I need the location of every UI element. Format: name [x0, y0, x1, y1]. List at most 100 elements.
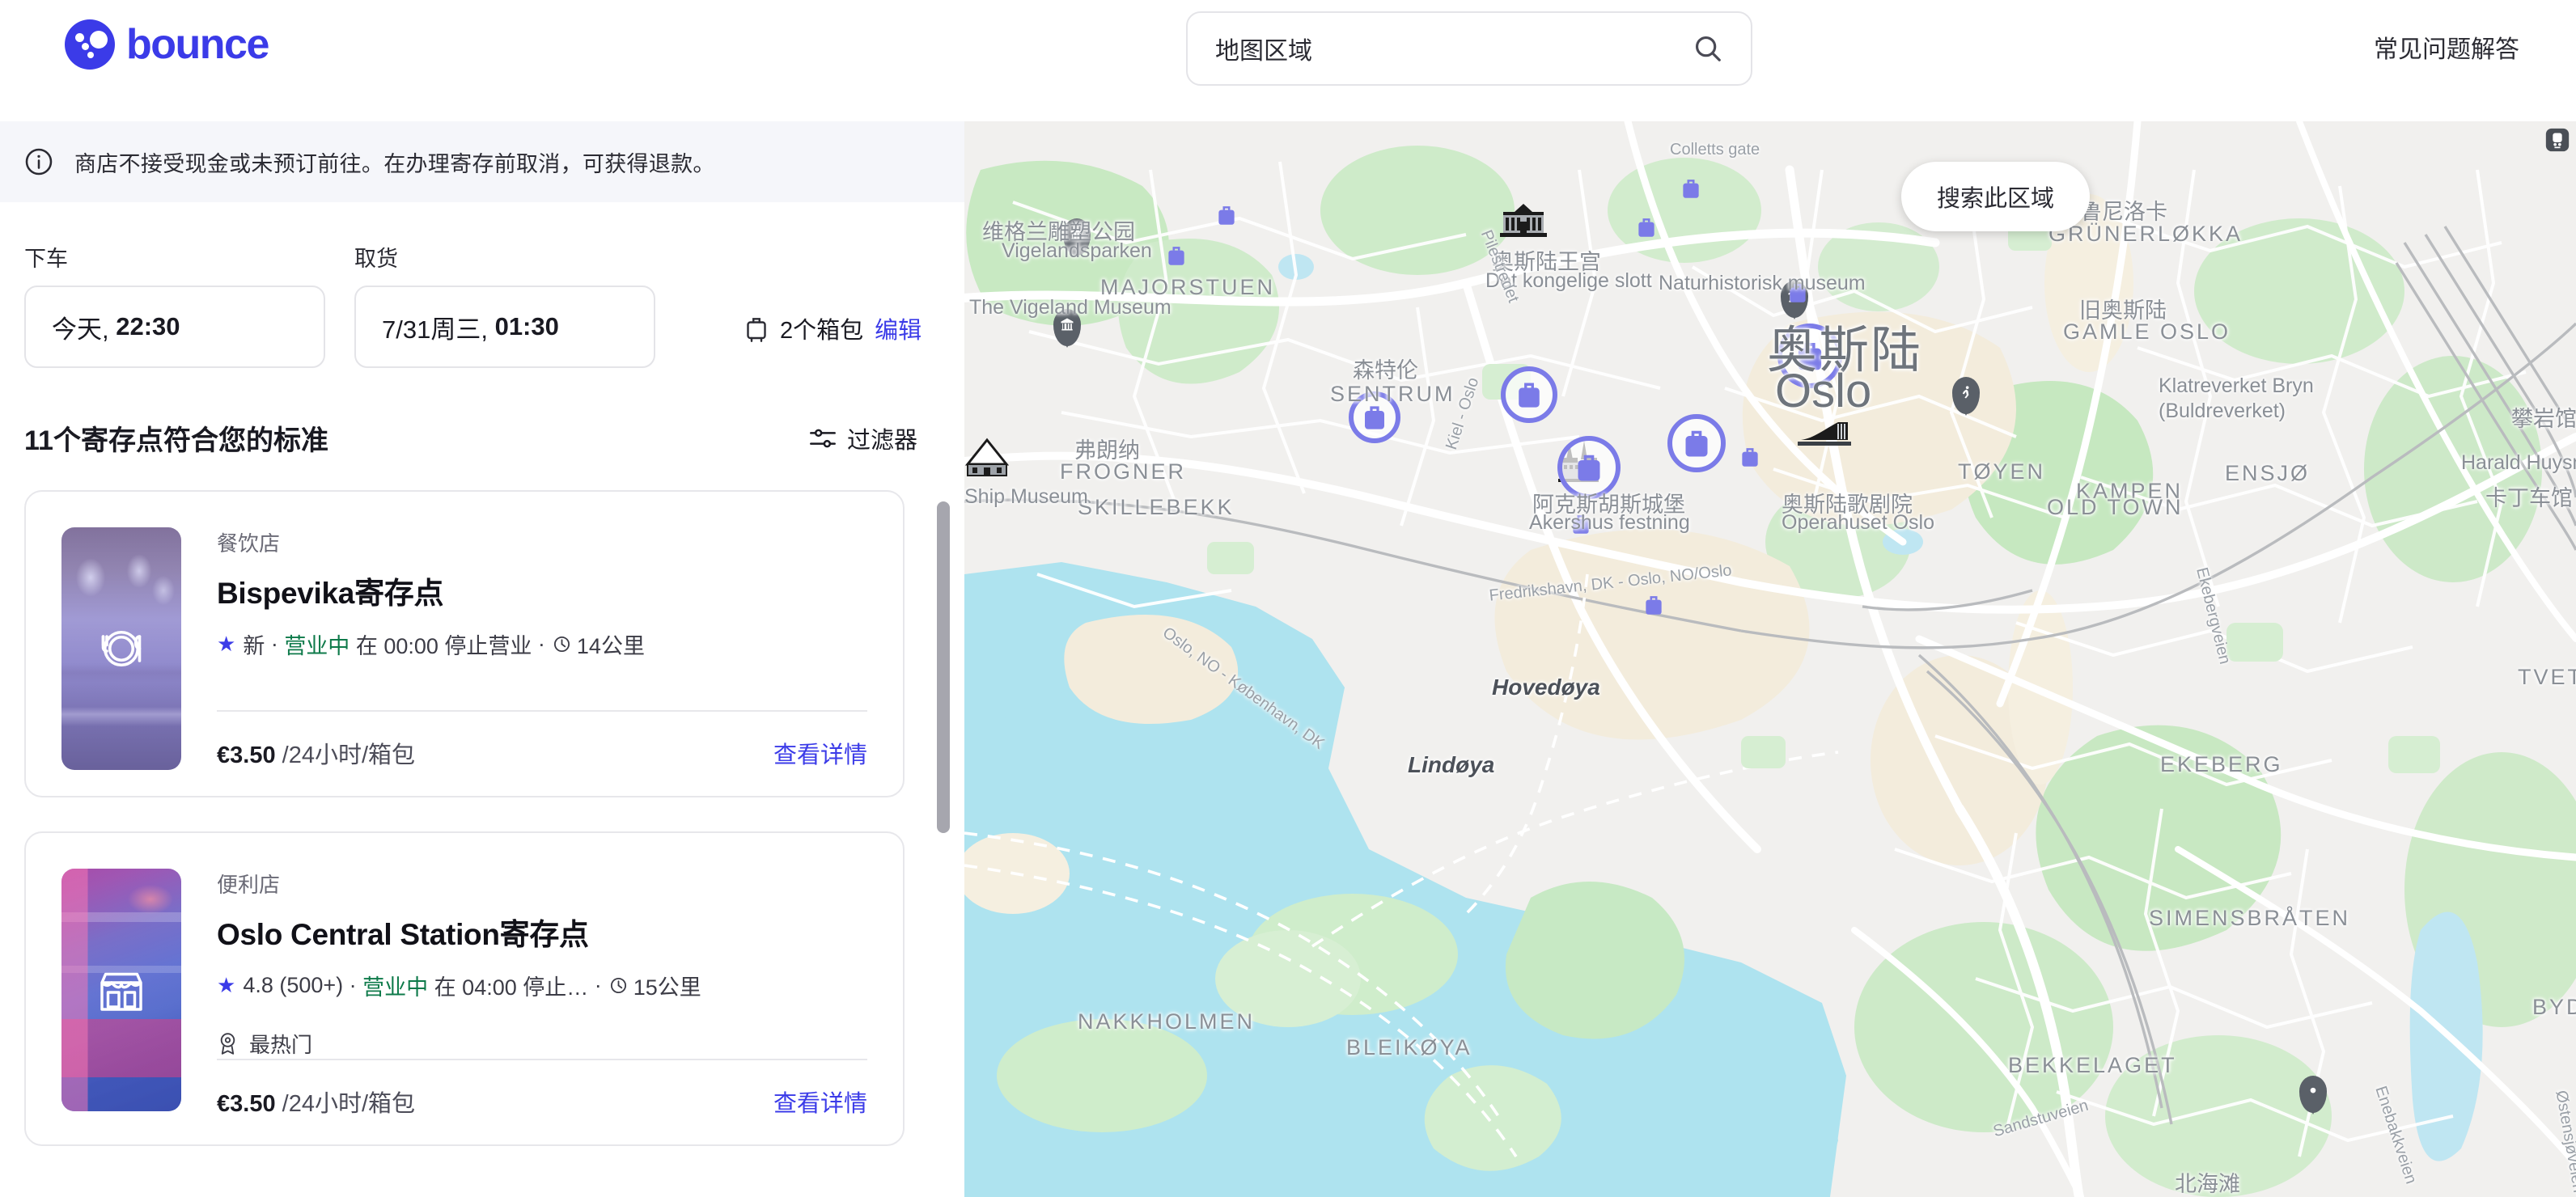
bounce-logo-icon	[65, 19, 115, 70]
pickup-label: 取货	[354, 247, 398, 271]
edit-bags-link[interactable]: 编辑	[875, 311, 922, 345]
star-icon: ★	[217, 632, 236, 656]
brand-logo[interactable]: bounce	[65, 19, 269, 70]
suitcase-marker-icon[interactable]	[1362, 402, 1388, 433]
suitcase-marker-icon[interactable]	[1166, 243, 1187, 268]
suitcase-marker-icon[interactable]	[1643, 593, 1664, 617]
train-station-icon[interactable]	[2544, 126, 2571, 154]
museum-pin-icon[interactable]	[1053, 309, 1081, 346]
storage-marker[interactable]	[1680, 176, 1701, 201]
card-price: €3.50 /24小时/箱包	[217, 736, 415, 770]
suitcase-marker-icon[interactable]	[1794, 338, 1825, 374]
storage-marker[interactable]	[1166, 243, 1187, 268]
landmark-opera-icon	[1798, 417, 1851, 454]
booking-bar: 下车 今天, 22:30 取货 7/31周三, 01:30 2个箱包 编辑	[0, 202, 964, 368]
place-pin-icon[interactable]	[2299, 1076, 2327, 1113]
filter-label: 过滤器	[846, 427, 917, 454]
scrollbar-thumb[interactable]	[937, 501, 950, 833]
results-header: 11个寄存点符合您的标准 过滤器	[0, 368, 964, 458]
card-price: €3.50 /24小时/箱包	[217, 1085, 415, 1119]
meta-sep-2: ·	[532, 632, 545, 656]
search-this-area-button[interactable]: 搜索此区域	[1901, 162, 2091, 231]
location-pin-icon	[553, 636, 570, 653]
view-details-link[interactable]: 查看详情	[773, 1085, 867, 1119]
storage-marker[interactable]	[1501, 366, 1557, 423]
storage-marker[interactable]	[1216, 203, 1237, 227]
dropoff-field: 下车 今天, 22:30	[24, 241, 325, 368]
opera-house-icon	[1798, 422, 1851, 446]
poi-vigelandsparken[interactable]	[1063, 218, 1091, 256]
map-view[interactable]: 维格兰雕塑公园 Vigelandsparken The Vigeland Mus…	[964, 121, 2576, 1197]
card-body: 便利店 Oslo Central Station寄存点 ★ 4.8 (500+)…	[217, 869, 867, 1119]
storage-marker[interactable]	[1643, 593, 1664, 617]
results-count-title: 11个寄存点符合您的标准	[24, 425, 328, 456]
panel-scrollbar[interactable]	[937, 501, 950, 1197]
card-price-amount: €3.50	[217, 742, 276, 768]
storage-marker[interactable]	[1787, 281, 1808, 305]
map-canvas	[964, 121, 2576, 1197]
storage-marker[interactable]	[1557, 436, 1621, 499]
app-header: bounce 常见问题解答	[0, 0, 2576, 121]
card-thumbnail	[61, 869, 181, 1111]
suitcase-marker-icon[interactable]	[1570, 512, 1591, 536]
faq-link[interactable]: 常见问题解答	[2374, 29, 2519, 65]
card-title: Bispevika寄存点	[217, 577, 444, 610]
poi-vigeland-museum[interactable]	[1053, 309, 1081, 346]
filter-button[interactable]: 过滤器	[810, 421, 917, 455]
suitcase-marker-icon[interactable]	[1216, 203, 1237, 227]
card-price-amount: €3.50	[217, 1091, 276, 1117]
card-price-unit: /24小时/箱包	[282, 1091, 416, 1117]
poi-klatreverket[interactable]	[1952, 377, 1980, 414]
search-icon[interactable]	[1693, 33, 1723, 64]
dropoff-label: 下车	[24, 247, 68, 271]
museum-pin-icon[interactable]	[1063, 218, 1091, 256]
results-panel: 下车 今天, 22:30 取货 7/31周三, 01:30 2个箱包 编辑 11…	[0, 202, 964, 1197]
search-box[interactable]	[1186, 11, 1752, 86]
card-footer: €3.50 /24小时/箱包 查看详情	[217, 712, 867, 770]
suitcase-marker-icon[interactable]	[1787, 281, 1808, 305]
storage-marker[interactable]	[1349, 391, 1400, 443]
info-banner: 商店不接受现金或未预订前往。在办理寄存前取消，可获得退款。	[0, 121, 964, 202]
store-icon	[100, 972, 142, 1011]
storage-marker[interactable]	[1667, 414, 1726, 472]
suitcase-marker-icon[interactable]	[1680, 176, 1701, 201]
meta-sep: ·	[265, 632, 285, 656]
storage-card[interactable]: 餐饮店 Bispevika寄存点 ★ 新 · 营业中 在 00:00 停止营业 …	[24, 490, 905, 797]
storage-marker[interactable]	[1739, 445, 1760, 469]
card-rating: 新	[243, 634, 265, 658]
card-distance: 14公里	[576, 634, 645, 658]
suitcase-marker-icon[interactable]	[1574, 450, 1604, 484]
suitcase-marker-icon[interactable]	[1515, 379, 1543, 411]
climbing-pin-icon[interactable]	[1952, 377, 1980, 414]
pickup-time: 01:30	[494, 312, 559, 340]
storage-card[interactable]: 便利店 Oslo Central Station寄存点 ★ 4.8 (500+)…	[24, 831, 905, 1146]
card-meta: ★ 4.8 (500+) · 营业中 在 04:00 停止… · 15公里	[217, 970, 867, 1001]
card-hours: 在 00:00 停止营业	[355, 634, 532, 658]
dropoff-time: 22:30	[116, 312, 180, 340]
storage-marker[interactable]	[1570, 512, 1591, 536]
card-meta: ★ 新 · 营业中 在 00:00 停止营业 · 14公里	[217, 628, 867, 660]
poi-bryn[interactable]	[2299, 1076, 2327, 1113]
suitcase-marker-icon[interactable]	[1636, 215, 1657, 239]
card-title: Oslo Central Station寄存点	[217, 918, 589, 951]
info-banner-text: 商店不接受现金或未预订前往。在办理寄存前取消，可获得退款。	[74, 151, 715, 176]
storage-card-list: 餐饮店 Bispevika寄存点 ★ 新 · 营业中 在 00:00 停止营业 …	[0, 458, 964, 1146]
storage-marker[interactable]	[1777, 324, 1842, 388]
storage-marker[interactable]	[1636, 215, 1657, 239]
card-category: 便利店	[217, 873, 281, 897]
suitcase-marker-icon[interactable]	[1682, 426, 1711, 460]
card-category: 餐饮店	[217, 531, 281, 556]
bag-count-group: 2个箱包 编辑	[744, 311, 922, 345]
dropoff-input[interactable]: 今天, 22:30	[24, 286, 325, 368]
palace-icon	[1500, 204, 1547, 237]
card-price-unit: /24小时/箱包	[282, 742, 416, 768]
restaurant-icon	[101, 630, 142, 667]
card-body: 餐饮店 Bispevika寄存点 ★ 新 · 营业中 在 00:00 停止营业 …	[217, 527, 867, 770]
view-details-link[interactable]: 查看详情	[773, 736, 867, 770]
suitcase-marker-icon[interactable]	[1739, 445, 1760, 469]
location-pin-icon	[610, 977, 626, 994]
card-distance: 15公里	[633, 975, 701, 1000]
search-input[interactable]	[1215, 35, 1693, 62]
pickup-field: 取货 7/31周三, 01:30	[354, 241, 655, 368]
pickup-input[interactable]: 7/31周三, 01:30	[354, 286, 655, 368]
